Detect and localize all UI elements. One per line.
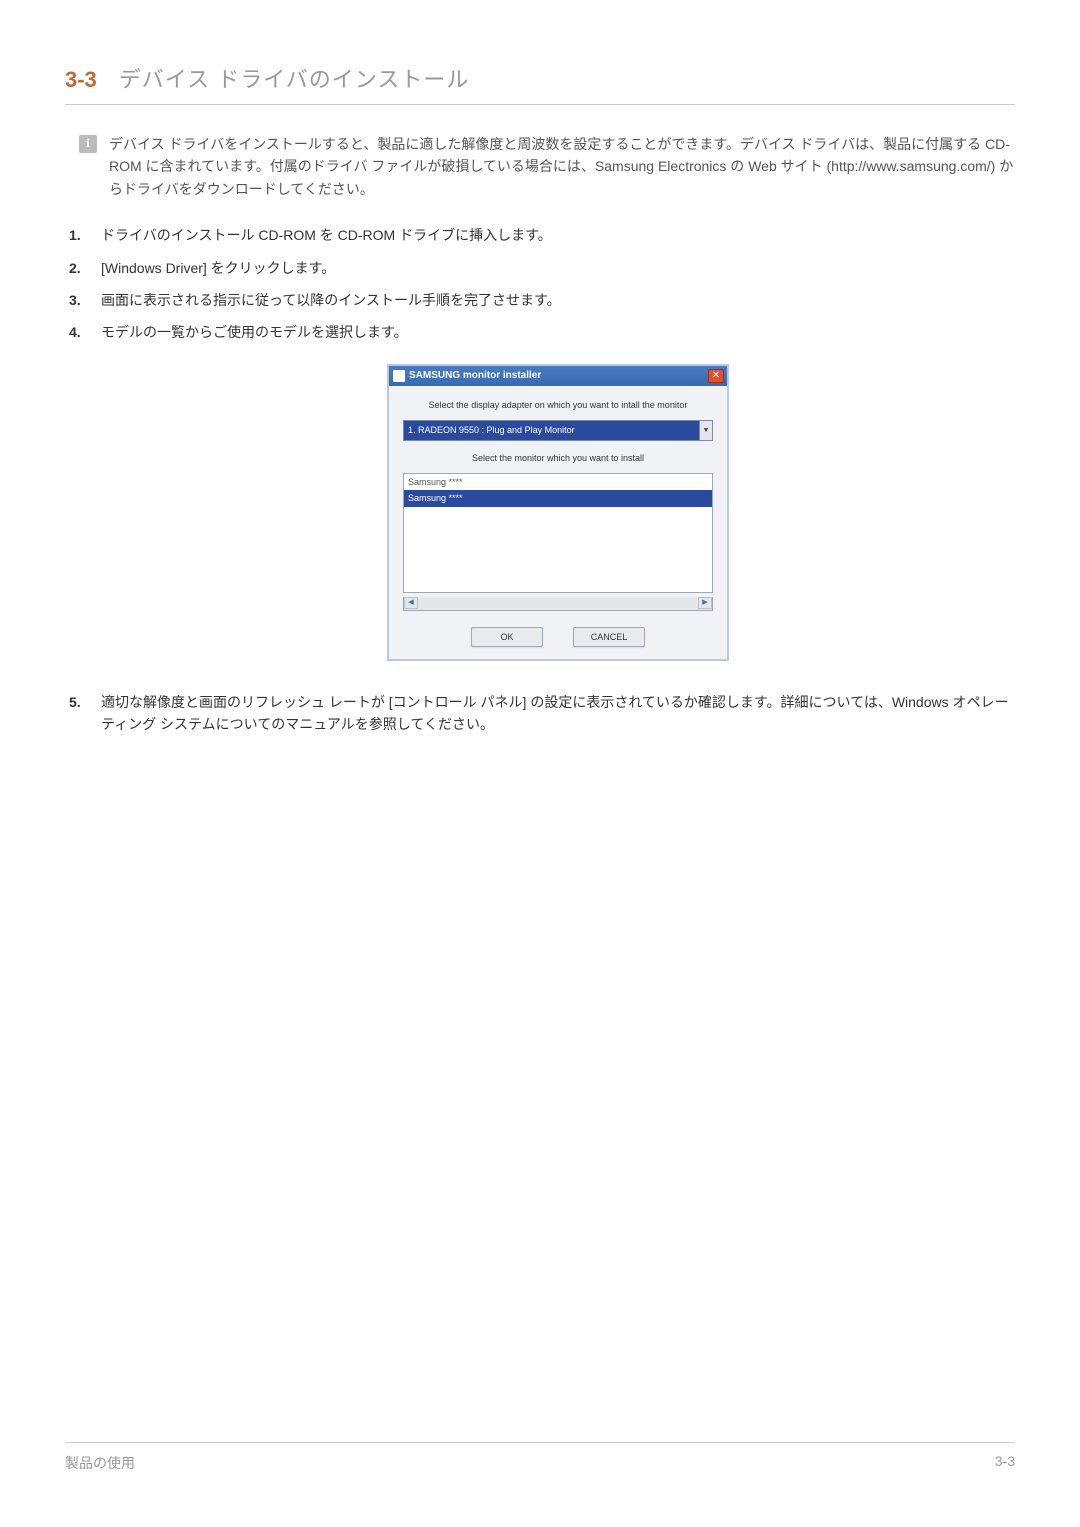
adapter-value: 1. RADEON 9550 : Plug and Play Monitor — [403, 420, 699, 440]
list-item[interactable]: Samsung **** — [404, 490, 712, 506]
step-3: 画面に表示される指示に従って以降のインストール手順を完了させます。 — [65, 289, 1015, 311]
scroll-right-button[interactable]: ▶ — [698, 597, 712, 609]
note-text: デバイス ドライバをインストールすると、製品に適した解像度と周波数を設定すること… — [109, 133, 1015, 200]
horizontal-scrollbar[interactable]: ◀ ▶ — [403, 597, 713, 611]
page-footer: 製品の使用 3-3 — [65, 1442, 1015, 1473]
step-5: 適切な解像度と画面のリフレッシュ レートが [コントロール パネル] の設定に表… — [65, 691, 1015, 736]
monitor-label: Select the monitor which you want to ins… — [403, 451, 713, 465]
dialog-title: SAMSUNG monitor installer — [409, 368, 541, 384]
info-icon: ℹ — [79, 135, 97, 153]
section-heading: 3-3 デバイス ドライバのインストール — [65, 62, 1015, 105]
footer-right: 3-3 — [995, 1453, 1015, 1473]
heading-number: 3-3 — [65, 67, 97, 93]
step-4: モデルの一覧からご使用のモデルを選択します。 SAMSUNG monitor i… — [65, 321, 1015, 661]
list-item[interactable]: Samsung **** — [404, 474, 712, 490]
step-2: [Windows Driver] をクリックします。 — [65, 257, 1015, 279]
app-icon — [393, 370, 405, 382]
ok-button[interactable]: OK — [471, 627, 543, 647]
monitor-list[interactable]: Samsung **** Samsung **** — [403, 473, 713, 593]
close-button[interactable]: ✕ — [708, 369, 724, 383]
heading-title: デバイス ドライバのインストール — [119, 62, 470, 94]
dialog-titlebar[interactable]: SAMSUNG monitor installer ✕ — [389, 366, 727, 386]
chevron-down-icon[interactable]: ▼ — [699, 420, 713, 440]
steps-list: ドライバのインストール CD-ROM を CD-ROM ドライブに挿入します。 … — [65, 224, 1015, 736]
step-1: ドライバのインストール CD-ROM を CD-ROM ドライブに挿入します。 — [65, 224, 1015, 246]
scroll-left-button[interactable]: ◀ — [404, 597, 418, 609]
scrollbar-track[interactable] — [418, 597, 698, 610]
footer-left: 製品の使用 — [65, 1453, 135, 1473]
adapter-dropdown[interactable]: 1. RADEON 9550 : Plug and Play Monitor ▼ — [403, 420, 713, 440]
cancel-button[interactable]: CANCEL — [573, 627, 645, 647]
adapter-label: Select the display adapter on which you … — [403, 398, 713, 412]
installer-dialog: SAMSUNG monitor installer ✕ Select the d… — [387, 364, 729, 661]
note-block: ℹ デバイス ドライバをインストールすると、製品に適した解像度と周波数を設定する… — [79, 133, 1015, 200]
